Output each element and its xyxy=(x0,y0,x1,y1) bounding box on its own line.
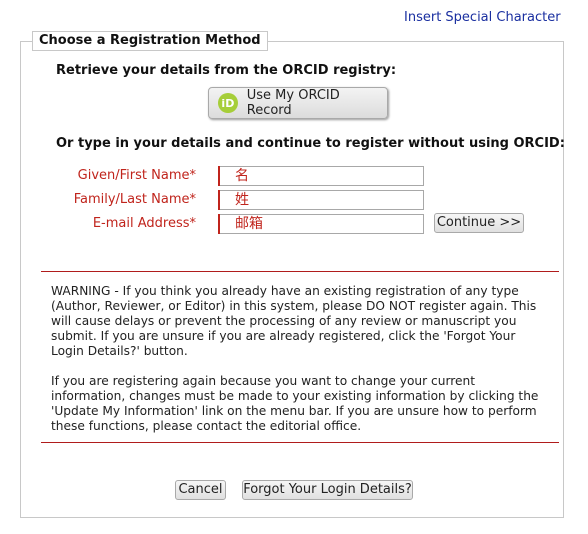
manual-registration-heading: Or type in your details and continue to … xyxy=(56,136,565,151)
email-required-marker xyxy=(218,214,220,234)
use-orcid-record-button[interactable]: iD Use My ORCID Record xyxy=(208,87,388,119)
email-field[interactable]: 邮箱 xyxy=(218,214,424,234)
orcid-heading: Retrieve your details from the ORCID reg… xyxy=(56,63,397,78)
continue-button[interactable]: Continue >> xyxy=(434,213,524,233)
use-orcid-record-label: Use My ORCID Record xyxy=(246,88,340,118)
divider-top xyxy=(41,271,559,272)
divider-bottom xyxy=(41,442,559,443)
family-name-required-marker xyxy=(218,190,220,210)
given-name-required-marker xyxy=(218,166,220,186)
update-info-text: If you are registering again because you… xyxy=(51,374,539,433)
family-name-field[interactable]: 姓 xyxy=(218,190,424,210)
given-name-field[interactable]: 名 xyxy=(218,166,424,186)
orcid-icon: iD xyxy=(218,93,238,113)
email-label: E-mail Address* xyxy=(92,216,196,231)
given-name-label: Given/First Name* xyxy=(77,168,196,183)
insert-special-character-link[interactable]: Insert Special Character xyxy=(404,10,561,25)
fieldset-legend: Choose a Registration Method xyxy=(32,31,268,51)
warning-text: WARNING - If you think you already have … xyxy=(51,284,537,358)
family-name-label: Family/Last Name* xyxy=(73,192,196,207)
forgot-login-details-button[interactable]: Forgot Your Login Details? xyxy=(242,480,413,500)
cancel-button[interactable]: Cancel xyxy=(175,480,226,500)
